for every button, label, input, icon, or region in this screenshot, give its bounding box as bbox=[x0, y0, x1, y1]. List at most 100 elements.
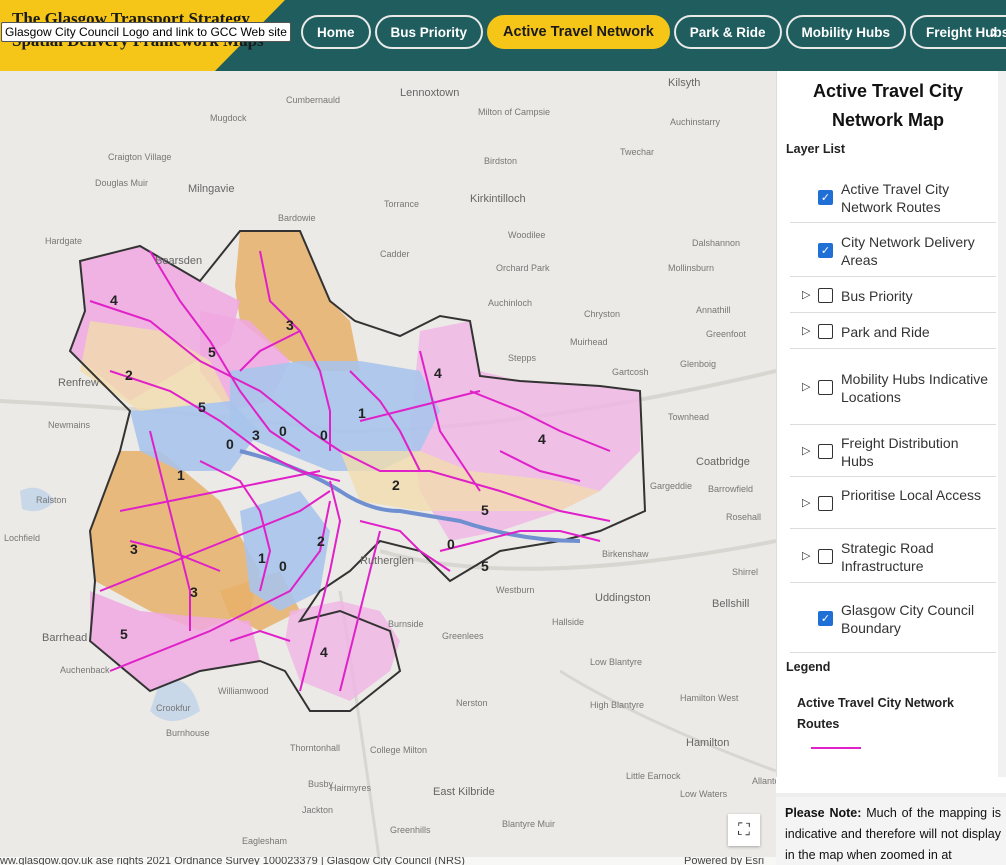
place-label: Greenlees bbox=[442, 631, 484, 641]
layer-item[interactable]: ▷ Prioritise Local Access bbox=[790, 479, 996, 529]
zone-number: 3 bbox=[130, 541, 138, 557]
fullscreen-icon[interactable]: ⛶ bbox=[728, 814, 760, 846]
place-label: Stepps bbox=[508, 353, 537, 363]
place-label: Torrance bbox=[384, 199, 420, 209]
layer-checkbox[interactable] bbox=[818, 380, 833, 395]
tab-bus-priority[interactable]: Bus Priority bbox=[374, 15, 484, 49]
place-label: Low Waters bbox=[680, 789, 728, 799]
place-label: Crookfur bbox=[156, 703, 191, 713]
zone-number: 3 bbox=[190, 584, 198, 600]
place-label: Craigton Village bbox=[108, 152, 172, 162]
place-label: Burnhouse bbox=[166, 728, 210, 738]
place-label: Hairmyres bbox=[330, 783, 372, 793]
expand-chevron-icon[interactable]: ▷ bbox=[802, 444, 810, 457]
place-label: Nerston bbox=[456, 698, 488, 708]
place-label: Milton of Campsie bbox=[478, 107, 551, 117]
zone-number: 5 bbox=[198, 399, 206, 415]
zone-number: 2 bbox=[392, 477, 400, 493]
place-label: Coatbridge bbox=[696, 456, 750, 468]
place-label: Cadder bbox=[380, 249, 410, 259]
place-label: Lennoxtown bbox=[400, 87, 460, 99]
layer-checkbox[interactable] bbox=[818, 444, 833, 459]
expand-chevron-icon[interactable]: ▷ bbox=[802, 324, 810, 337]
place-label: Cumbernauld bbox=[286, 95, 341, 105]
place-label: Ralston bbox=[36, 495, 67, 505]
layer-item[interactable]: ▷ Park and Ride bbox=[790, 315, 996, 349]
layer-label: City Network Delivery Areas bbox=[841, 234, 975, 268]
place-label: Auchenback bbox=[60, 665, 110, 675]
map-view[interactable]: Kilsyth Lennoxtown Milngavie Bearsden Kirkin… bbox=[0, 71, 776, 865]
place-label: Uddingston bbox=[595, 592, 651, 604]
tab-active-travel-network[interactable]: Active Travel Network bbox=[487, 15, 670, 49]
layer-item[interactable]: ✓ City Network Delivery Areas bbox=[790, 225, 996, 277]
zone-number: 4 bbox=[434, 365, 442, 381]
layer-item[interactable]: ▷ Bus Priority bbox=[790, 279, 996, 313]
zone-number: 1 bbox=[177, 467, 185, 483]
place-label: Douglas Muir bbox=[95, 178, 149, 188]
place-label: Barrowfield bbox=[708, 484, 754, 494]
note-box: Please Note: Much of the mapping is indi… bbox=[776, 793, 1006, 865]
place-label: Jackton bbox=[302, 805, 334, 815]
layer-item[interactable]: ✓ Active Travel City Network Routes bbox=[790, 173, 996, 223]
layer-item[interactable]: ▷ Strategic Road Infrastructure bbox=[790, 531, 996, 583]
layer-checkbox[interactable]: ✓ bbox=[818, 611, 833, 626]
layer-item[interactable]: ▷ Freight Distribution Hubs bbox=[790, 427, 996, 477]
zone-number: 1 bbox=[258, 550, 266, 566]
zone-number: 0 bbox=[226, 436, 234, 452]
expand-chevron-icon[interactable]: ▷ bbox=[802, 288, 810, 301]
place-label: Williamwood bbox=[218, 686, 269, 696]
place-label: Eaglesham bbox=[242, 836, 288, 846]
place-label: Chryston bbox=[584, 309, 621, 319]
expand-chevron-icon[interactable]: ▷ bbox=[802, 496, 810, 509]
place-label: Twechar bbox=[620, 147, 655, 157]
place-label: Greenhills bbox=[390, 825, 431, 835]
place-label: Annathill bbox=[696, 305, 731, 315]
layer-label: Strategic Road Infrastructure bbox=[841, 540, 934, 574]
tab-park-ride[interactable]: Park & Ride bbox=[673, 15, 782, 49]
place-label: Thorntonhall bbox=[290, 743, 341, 753]
legend-heading: Legend bbox=[786, 660, 831, 674]
layer-checkbox[interactable] bbox=[818, 288, 833, 303]
layer-checkbox[interactable] bbox=[818, 549, 833, 564]
layer-checkbox[interactable] bbox=[818, 324, 833, 339]
place-label: Newmains bbox=[48, 420, 91, 430]
zone-number: 5 bbox=[208, 344, 216, 360]
zone-number: 0 bbox=[447, 536, 455, 552]
expand-chevron-icon[interactable]: ▷ bbox=[802, 380, 810, 393]
expand-chevron-icon[interactable]: ▷ bbox=[802, 549, 810, 562]
place-label: Mugdock bbox=[210, 113, 247, 123]
layer-item[interactable]: ✓ Glasgow City Council Boundary bbox=[790, 585, 996, 653]
layer-label: Mobility Hubs Indicative Locations bbox=[841, 371, 989, 405]
layer-label: Prioritise Local Access bbox=[841, 487, 982, 503]
place-label: Glenboig bbox=[680, 359, 717, 369]
layer-item[interactable]: ▷ Mobility Hubs Indicative Locations bbox=[790, 351, 996, 425]
place-label: Birkenshaw bbox=[602, 549, 649, 559]
layer-checkbox[interactable] bbox=[818, 496, 833, 511]
note-bold: Please Note: bbox=[785, 806, 862, 820]
tab-mobility-hubs[interactable]: Mobility Hubs bbox=[785, 15, 907, 49]
city-boundary bbox=[68, 230, 647, 712]
layer-checkbox[interactable]: ✓ bbox=[818, 243, 833, 258]
zone-number: 3 bbox=[286, 317, 294, 333]
place-label: East Kilbride bbox=[433, 786, 495, 798]
layer-checkbox[interactable]: ✓ bbox=[818, 190, 833, 205]
place-label: Barrhead bbox=[42, 632, 88, 644]
place-label: Auchinstarry bbox=[670, 117, 721, 127]
place-label: Kirkintilloch bbox=[470, 193, 526, 205]
attribution-text: ww.glasgow.gov.uk ase rights 2021 Ordnan… bbox=[0, 857, 465, 865]
place-label: Allanton bbox=[752, 776, 776, 786]
place-label: Gargeddie bbox=[650, 481, 693, 491]
layer-label: Freight Distribution Hubs bbox=[841, 435, 959, 469]
panel-title: Active Travel City Network Map bbox=[812, 81, 964, 130]
place-label: High Blantyre bbox=[590, 700, 645, 710]
zone-number: 4 bbox=[320, 644, 328, 660]
place-label: Hallside bbox=[552, 617, 585, 627]
place-label: Hardgate bbox=[45, 236, 83, 246]
brand-area[interactable]: The Glasgow Transport Strategy Spatial D… bbox=[0, 0, 310, 71]
tab-home[interactable]: Home bbox=[301, 15, 371, 49]
powered-by[interactable]: Powered by Esri bbox=[684, 857, 764, 865]
chevron-right-icon[interactable]: › bbox=[982, 15, 1006, 49]
place-label: Renfrew bbox=[58, 377, 99, 389]
panel-scrollbar[interactable] bbox=[998, 71, 1006, 777]
place-label: Milngavie bbox=[188, 183, 235, 195]
